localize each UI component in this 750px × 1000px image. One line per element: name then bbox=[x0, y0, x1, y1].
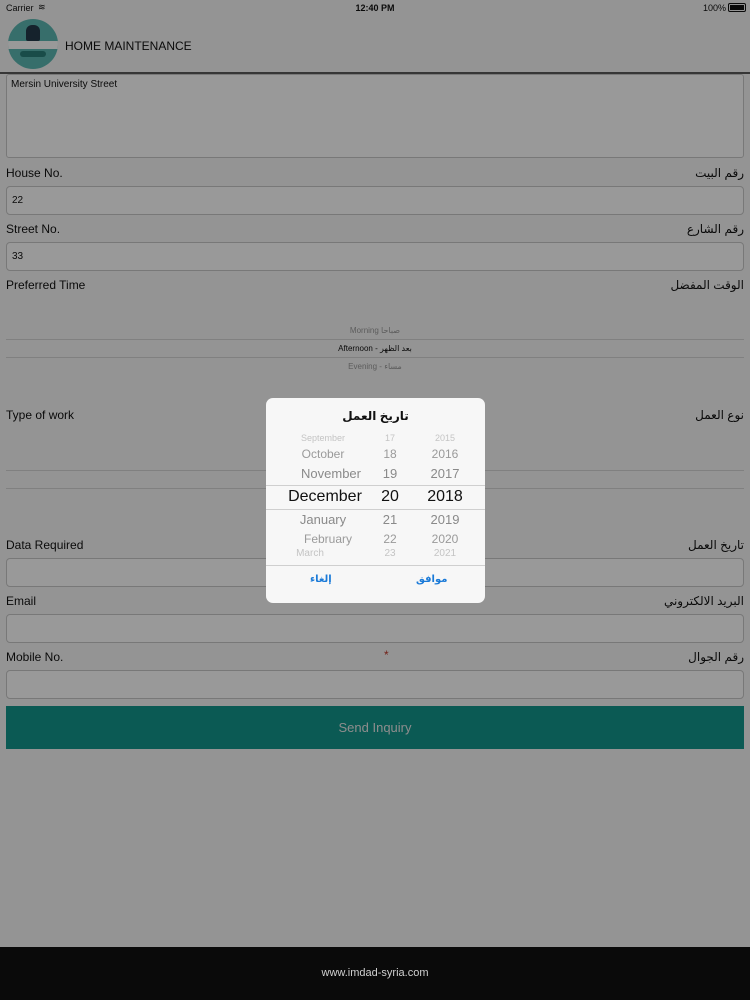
day-option[interactable]: 23 bbox=[378, 548, 402, 559]
dialog-divider bbox=[266, 565, 485, 566]
month-option[interactable]: January bbox=[280, 512, 366, 527]
year-option-selected[interactable]: 2018 bbox=[420, 488, 470, 506]
day-option[interactable]: 19 bbox=[378, 466, 402, 481]
date-wheel[interactable]: September October November December Janu… bbox=[266, 434, 485, 562]
day-option-selected[interactable]: 20 bbox=[376, 488, 404, 506]
day-option[interactable]: 21 bbox=[378, 512, 402, 527]
footer: www.imdad-syria.com bbox=[0, 947, 750, 1000]
year-option[interactable]: 2020 bbox=[422, 532, 468, 546]
cancel-button[interactable]: إلغاء bbox=[310, 574, 332, 585]
ok-button[interactable]: موافق bbox=[416, 574, 447, 585]
year-option[interactable]: 2017 bbox=[422, 466, 468, 481]
day-option[interactable]: 22 bbox=[378, 532, 402, 546]
year-option[interactable]: 2015 bbox=[422, 434, 468, 443]
day-option[interactable]: 18 bbox=[378, 447, 402, 461]
footer-website: www.imdad-syria.com bbox=[321, 967, 429, 979]
month-option[interactable]: September bbox=[280, 434, 366, 443]
month-option-selected[interactable]: December bbox=[272, 488, 378, 506]
date-picker-dialog: تاريخ العمل September October November D… bbox=[266, 398, 485, 603]
month-option[interactable]: February bbox=[280, 532, 376, 546]
dialog-title: تاريخ العمل bbox=[342, 409, 409, 423]
day-option[interactable]: 17 bbox=[378, 434, 402, 443]
year-option[interactable]: 2021 bbox=[422, 548, 468, 559]
year-option[interactable]: 2019 bbox=[422, 512, 468, 527]
month-option[interactable]: March bbox=[280, 548, 340, 559]
year-option[interactable]: 2016 bbox=[422, 447, 468, 461]
month-option[interactable]: November bbox=[280, 466, 382, 481]
month-option[interactable]: October bbox=[280, 447, 366, 461]
